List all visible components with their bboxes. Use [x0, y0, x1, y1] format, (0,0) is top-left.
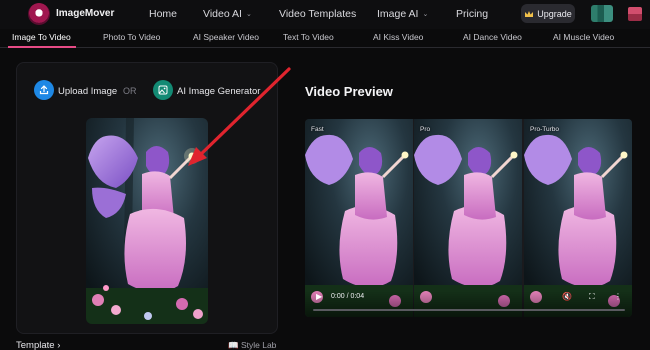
tab-ai-speaker-video[interactable]: AI Speaker Video	[193, 32, 259, 42]
nav-video-templates[interactable]: Video Templates	[279, 8, 356, 20]
play-icon[interactable]: ▶	[316, 292, 322, 301]
image-icon	[158, 85, 168, 95]
menu-icon[interactable]	[628, 7, 642, 21]
crown-icon	[525, 10, 534, 17]
preview-clip-pro-turbo: Pro-Turbo	[524, 119, 632, 317]
tab-ai-kiss-video[interactable]: AI Kiss Video	[373, 32, 423, 42]
book-icon: 📖	[228, 340, 239, 350]
nav-video-ai[interactable]: Video AI ⌄	[203, 8, 252, 20]
clip-label-pro: Pro	[420, 126, 431, 133]
nav-pricing[interactable]: Pricing	[456, 8, 488, 20]
video-seek-bar[interactable]	[313, 309, 625, 311]
ai-image-generator-button[interactable]	[153, 80, 173, 100]
upgrade-button[interactable]: Upgrade	[521, 4, 575, 23]
clip-label-fast: Fast	[311, 126, 324, 133]
template-selector[interactable]: Template ›	[16, 340, 60, 350]
active-tab-indicator	[8, 46, 76, 48]
more-options-icon[interactable]: ⋮	[614, 292, 622, 301]
user-avatar[interactable]	[591, 5, 613, 22]
upload-icon	[39, 85, 49, 95]
tab-ai-dance-video[interactable]: AI Dance Video	[463, 32, 522, 42]
video-preview-title: Video Preview	[305, 84, 393, 99]
clip-label-pro-turbo: Pro-Turbo	[530, 126, 560, 133]
ai-image-generator-label[interactable]: AI Image Generator	[177, 86, 260, 97]
preview-clip-pro: Pro	[414, 119, 522, 317]
preview-clip-fast: Fast	[305, 119, 413, 317]
fullscreen-icon[interactable]: ⛶	[589, 292, 595, 302]
or-separator: OR	[123, 86, 137, 96]
video-preview-player[interactable]: Fast Pro Pro-Turbo	[305, 119, 632, 317]
app-logo[interactable]	[28, 3, 50, 25]
uploaded-image	[86, 118, 208, 324]
style-lab-link[interactable]: 📖 Style Lab	[228, 340, 276, 350]
upload-image-button[interactable]	[34, 80, 54, 100]
tab-photo-to-video[interactable]: Photo To Video	[103, 32, 160, 42]
nav-image-ai[interactable]: Image AI ⌄	[377, 8, 428, 20]
tab-text-to-video[interactable]: Text To Video	[283, 32, 334, 42]
upgrade-label: Upgrade	[537, 8, 572, 19]
chevron-down-icon: ⌄	[422, 11, 429, 18]
tab-ai-muscle-video[interactable]: AI Muscle Video	[553, 32, 614, 42]
app-name[interactable]: ImageMover	[56, 8, 114, 19]
video-time: 0:00 / 0:04	[331, 293, 365, 300]
upload-image-label[interactable]: Upload Image	[58, 86, 117, 97]
volume-icon[interactable]: 🔇	[562, 292, 572, 301]
chevron-down-icon: ⌄	[245, 11, 252, 18]
chevron-right-icon: ›	[57, 340, 61, 350]
tab-image-to-video[interactable]: Image To Video	[12, 32, 71, 42]
nav-home[interactable]: Home	[149, 8, 177, 20]
